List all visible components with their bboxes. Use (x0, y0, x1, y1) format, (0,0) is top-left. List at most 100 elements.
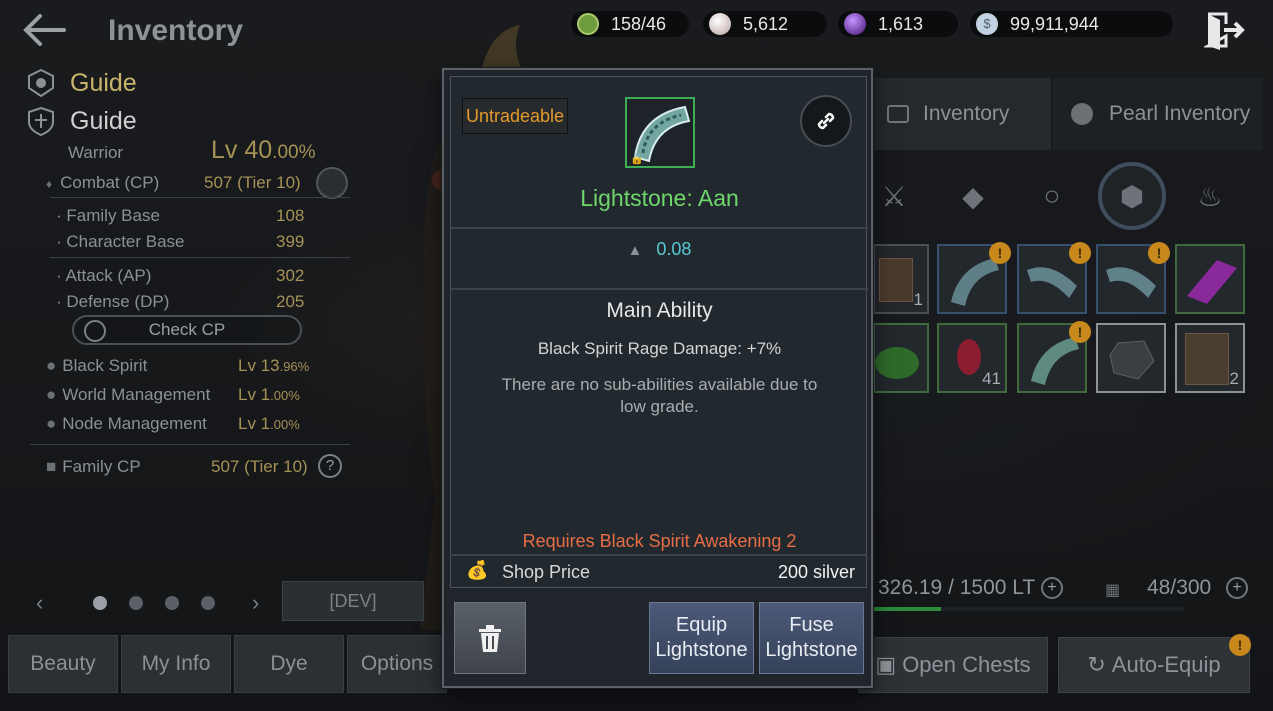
link-button[interactable] (800, 95, 852, 147)
prev-page-icon[interactable]: ‹ (36, 590, 43, 616)
page-dot[interactable] (93, 596, 107, 610)
world-mgmt-percent: .00% (270, 388, 300, 403)
divider (30, 444, 350, 445)
slot-count: 41 (982, 369, 1001, 388)
inventory-slot[interactable]: ! (1017, 242, 1091, 314)
world-mgmt-level: Lv 1.00% (238, 385, 300, 405)
family-base-row: · Family Base (56, 206, 160, 225)
node-mgmt-level-value: Lv 1 (238, 414, 271, 433)
bag-icon (887, 105, 909, 123)
open-chests-button[interactable]: ▣ Open Chests (858, 637, 1048, 693)
combat-label: Combat (CP) (60, 173, 160, 192)
inventory-slot[interactable]: 2 (1175, 323, 1245, 393)
item-slot: 🔒 (625, 97, 695, 168)
combat-info-icon[interactable] (316, 167, 348, 199)
slot-count: 1 (913, 290, 923, 309)
weight-icon: ▲ (627, 242, 643, 259)
swords-category-icon[interactable]: ⚔ (864, 166, 924, 226)
defense-row: · Defense (DP) (56, 292, 170, 311)
tab-beauty[interactable]: Beauty (8, 635, 118, 693)
chain-link-icon (817, 112, 835, 130)
delete-button[interactable] (454, 602, 526, 674)
character-level: Lv 40.00% (211, 136, 315, 165)
guide-row-2[interactable]: Guide (26, 106, 137, 136)
tab-pearl-inventory[interactable]: Pearl Inventory (1053, 78, 1263, 150)
world-mgmt-label: World Management (62, 385, 211, 404)
currency-energy: 158/46 (571, 11, 689, 37)
guide-row-1[interactable]: Guide (26, 68, 137, 98)
combat-row: ♦ Combat (CP) (46, 173, 159, 193)
purple-crystal-icon (1187, 260, 1237, 304)
inventory-slot[interactable]: ! (937, 242, 1011, 314)
tab-inventory[interactable]: Inventory (873, 78, 1051, 150)
alert-badge: ! (989, 242, 1011, 264)
auto-equip-label: Auto-Equip (1111, 652, 1221, 677)
expand-slots-icon[interactable]: + (1226, 577, 1248, 599)
globe-icon: ● (46, 385, 57, 404)
weight-text: 326.19 / 1500 LT (878, 576, 1036, 599)
silver-coin-icon: $ (976, 13, 998, 35)
page-dot[interactable] (165, 596, 179, 610)
node-mgmt-label: Node Management (62, 414, 207, 433)
attack-row: · Attack (AP) (56, 266, 152, 285)
back-arrow-icon[interactable] (22, 12, 68, 50)
defense-value: 205 (276, 292, 305, 311)
inventory-slot[interactable] (873, 323, 929, 393)
lightstone-category-icon[interactable]: ⬢ (1098, 162, 1166, 230)
check-cp-label: Check CP (148, 320, 226, 339)
inventory-slot[interactable]: ! (1096, 242, 1170, 314)
potion-category-icon[interactable]: ♨ (1180, 166, 1240, 226)
node-icon: ● (46, 414, 57, 433)
inventory-slot[interactable] (1175, 244, 1245, 314)
tab-my-info[interactable]: My Info (121, 635, 231, 693)
shield-icon (28, 106, 54, 136)
inventory-slot[interactable]: 41 (937, 323, 1007, 393)
expand-weight-icon[interactable]: + (1041, 577, 1063, 599)
equip-lightstone-button[interactable]: Equip Lightstone (649, 602, 754, 674)
tab-options[interactable]: Options (347, 635, 447, 693)
main-ability-text: Black Spirit Rage Damage: +7% (537, 339, 782, 358)
auto-equip-button[interactable]: ↻ Auto-Equip ! (1058, 634, 1251, 693)
lock-icon: 🔒 (630, 153, 644, 165)
currency-pearl: 5,612 (703, 11, 827, 37)
inventory-slot[interactable] (1096, 323, 1166, 393)
tome-icon (1185, 333, 1229, 385)
help-icon[interactable]: ? (318, 454, 342, 478)
alert-badge: ! (1148, 242, 1170, 264)
class-name: Warrior (68, 143, 124, 162)
armor-category-icon[interactable]: ◆ (943, 166, 1003, 226)
currency-silver: $ 99,911,944 (970, 11, 1173, 37)
black-spirit-percent: .96% (279, 359, 310, 374)
exit-icon[interactable] (1202, 10, 1248, 52)
item-weight-row: ▲ 0.08 (451, 239, 868, 260)
item-weight: 0.08 (656, 239, 692, 259)
alert-badge: ! (1069, 321, 1091, 343)
dev-button[interactable]: [DEV] (282, 581, 424, 621)
defense-label: Defense (DP) (66, 292, 170, 311)
requirement-text: Requires Black Spirit Awakening 2 (522, 531, 797, 551)
fuse-lightstone-button[interactable]: Fuse Lightstone (759, 602, 864, 674)
next-page-icon[interactable]: › (252, 590, 259, 616)
magnifier-icon (84, 320, 106, 342)
level-value: Lv 40 (211, 136, 273, 164)
inventory-slot[interactable]: 1 (873, 244, 929, 314)
item-name: Lightstone: Aan (580, 185, 739, 211)
page-dot[interactable] (129, 596, 143, 610)
black-spirit-level: Lv 13.96% (238, 356, 309, 376)
page-dot[interactable] (201, 596, 215, 610)
currency-purple: 1,613 (838, 11, 958, 37)
tab-dye[interactable]: Dye (234, 635, 344, 693)
black-spirit-level-value: Lv 13 (238, 356, 280, 375)
inventory-slot[interactable]: ! (1017, 321, 1091, 393)
family-cp-label: Family CP (62, 457, 141, 476)
pearl-inventory-icon (1071, 103, 1093, 125)
family-base-value: 108 (276, 206, 305, 225)
level-percent: .00% (272, 142, 316, 163)
check-cp-button[interactable]: Check CP (72, 315, 302, 345)
shop-price-value: 200 silver (777, 562, 855, 582)
world-mgmt-row: ● World Management (46, 385, 210, 405)
energy-icon (577, 13, 599, 35)
necklace-category-icon[interactable]: ○ (1022, 166, 1082, 226)
guide-label-1: Guide (70, 68, 137, 97)
attack-value: 302 (276, 266, 305, 285)
